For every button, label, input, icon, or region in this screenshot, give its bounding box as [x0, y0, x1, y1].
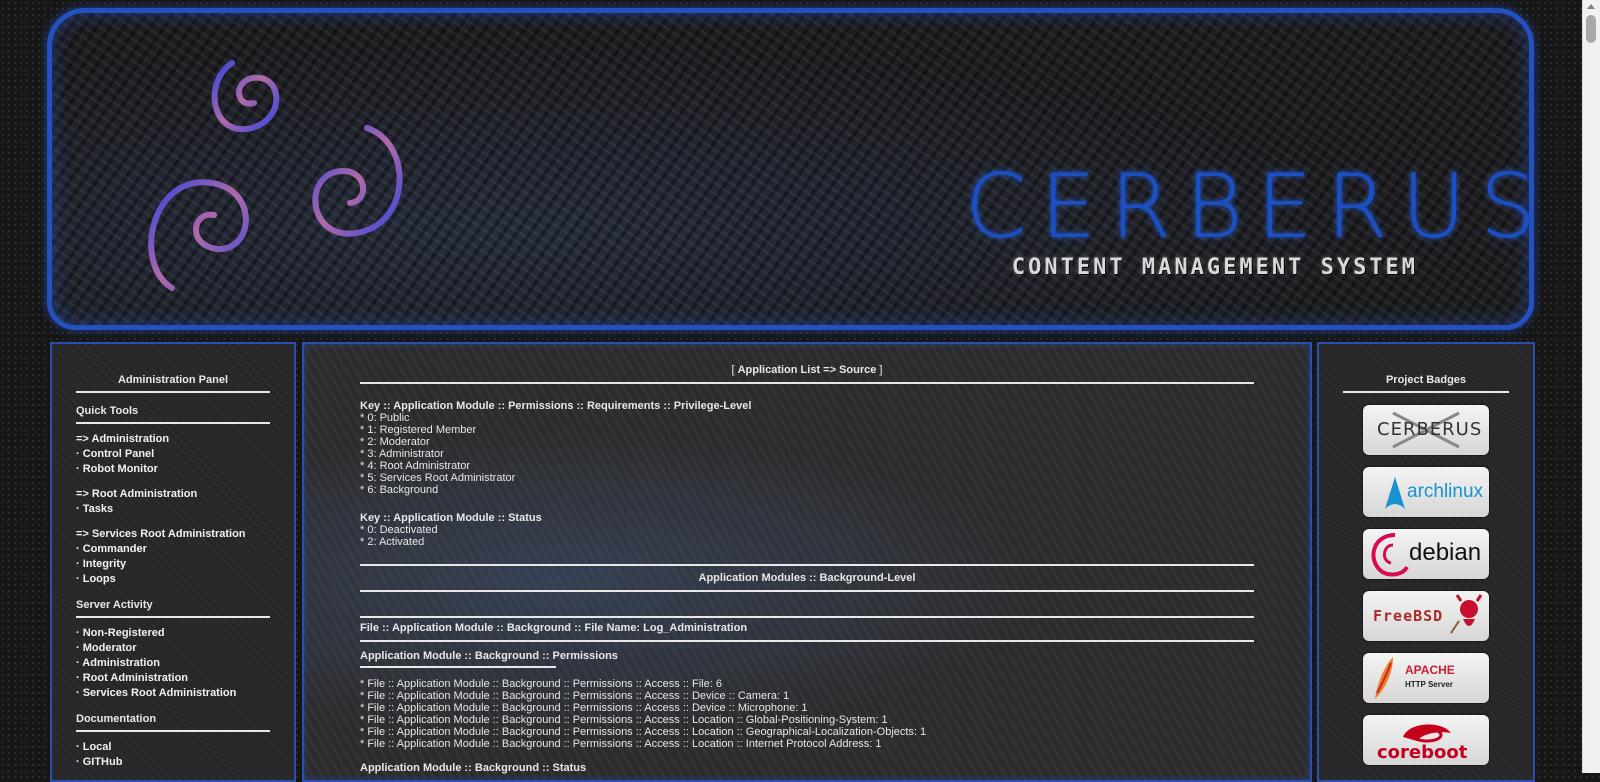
- triple-spiral-icon: [148, 60, 403, 291]
- list-item: * 4: Root Administrator: [360, 460, 471, 472]
- apache-feather-icon: [1375, 657, 1393, 699]
- permissions-title: Application Module :: Background :: Perm…: [360, 642, 618, 668]
- brand-subtitle: CONTENT MANAGEMENT SYSTEM: [1011, 255, 1419, 280]
- nav-administration[interactable]: => Administration: [76, 432, 270, 447]
- scroll-up-icon[interactable]: [1587, 4, 1595, 9]
- coreboot-badge[interactable]: coreboot: [1363, 715, 1489, 765]
- page-scrollbar[interactable]: [1582, 0, 1600, 773]
- status-key: Key :: Application Module :: Status * 0:…: [360, 512, 1254, 548]
- nav-loops[interactable]: · Loops: [76, 572, 270, 587]
- list-item: * File :: Application Module :: Backgrou…: [360, 690, 790, 702]
- list-item: * File :: Application Module :: Backgrou…: [360, 714, 888, 726]
- brand-title: CERBERUS: [965, 155, 1534, 258]
- project-badges-panel: Project Badges CERBERUS archlinux debian: [1317, 342, 1535, 782]
- quick-tools-heading: Quick Tools: [76, 405, 270, 424]
- nav-root-administration[interactable]: => Root Administration: [76, 487, 270, 502]
- list-item: * 5: Services Root Administrator: [360, 472, 516, 484]
- docs-local[interactable]: · Local: [76, 740, 270, 755]
- status-key-title: Key :: Application Module :: Status: [360, 512, 542, 524]
- scroll-thumb[interactable]: [1586, 15, 1596, 43]
- administration-panel: Administration Panel Quick Tools => Admi…: [50, 342, 296, 782]
- debian-badge[interactable]: debian: [1363, 529, 1489, 579]
- badges-title: Project Badges: [1343, 374, 1509, 393]
- activity-root-administration[interactable]: · Root Administration: [76, 671, 270, 686]
- header-banner: CERBERUS CONTENT MANAGEMENT SYSTEM: [47, 8, 1534, 330]
- panel-title: Administration Panel: [76, 374, 270, 393]
- list-item: * 3: Administrator: [360, 448, 444, 460]
- server-activity-heading: Server Activity: [76, 599, 270, 618]
- nav-control-panel[interactable]: · Control Panel: [76, 447, 270, 462]
- list-item: * 0: Public: [360, 412, 410, 424]
- list-item: * 6: Background: [360, 484, 439, 496]
- nav-services-root-administration[interactable]: => Services Root Administration: [76, 527, 270, 542]
- docs-github[interactable]: · GITHub: [76, 755, 270, 770]
- activity-moderator[interactable]: · Moderator: [76, 641, 270, 656]
- cerberus-badge[interactable]: CERBERUS: [1363, 405, 1489, 455]
- badge-list: CERBERUS archlinux debian FreeBSD APACHE…: [1319, 405, 1533, 765]
- list-item: * 2: Activated: [360, 536, 425, 548]
- status-title: Application Module :: Background :: Stat…: [360, 762, 587, 774]
- breadcrumb-link[interactable]: Application List => Source: [738, 364, 877, 376]
- nav-tasks[interactable]: · Tasks: [76, 502, 270, 517]
- list-item: * 2: Moderator: [360, 436, 430, 448]
- apache-badge[interactable]: APACHE HTTP Server: [1363, 653, 1489, 703]
- privilege-key-title: Key :: Application Module :: Permissions…: [360, 400, 752, 412]
- activity-non-registered[interactable]: · Non-Registered: [76, 626, 270, 641]
- brand-logo: CERBERUS CONTENT MANAGEMENT SYSTEM: [965, 155, 1534, 281]
- archlinux-badge[interactable]: archlinux: [1363, 467, 1489, 517]
- file-title: File :: Application Module :: Background…: [360, 618, 1254, 642]
- main-content: [ Application List => Source ] Key :: Ap…: [302, 342, 1312, 782]
- list-item: * 1: Registered Member: [360, 424, 477, 436]
- freebsd-badge[interactable]: FreeBSD: [1363, 591, 1489, 641]
- nav-commander[interactable]: · Commander: [76, 542, 270, 557]
- nav-robot-monitor[interactable]: · Robot Monitor: [76, 462, 270, 477]
- privilege-key: Key :: Application Module :: Permissions…: [360, 400, 1254, 496]
- permissions-list: * File :: Application Module :: Backgrou…: [360, 678, 1254, 750]
- documentation-heading: Documentation: [76, 713, 270, 732]
- activity-administration[interactable]: · Administration: [76, 656, 270, 671]
- list-item: * File :: Application Module :: Backgrou…: [360, 726, 927, 738]
- list-item: * 0: Deactivated: [360, 524, 438, 536]
- nav-integrity[interactable]: · Integrity: [76, 557, 270, 572]
- section-title: Application Modules :: Background-Level: [360, 566, 1254, 592]
- list-item: * File :: Application Module :: Backgrou…: [360, 738, 882, 750]
- list-item: * File :: Application Module :: Backgrou…: [360, 678, 722, 690]
- list-item: * File :: Application Module :: Backgrou…: [360, 702, 808, 714]
- activity-services-root-administration[interactable]: · Services Root Administration: [76, 686, 270, 701]
- breadcrumb: [ Application List => Source ]: [360, 364, 1254, 384]
